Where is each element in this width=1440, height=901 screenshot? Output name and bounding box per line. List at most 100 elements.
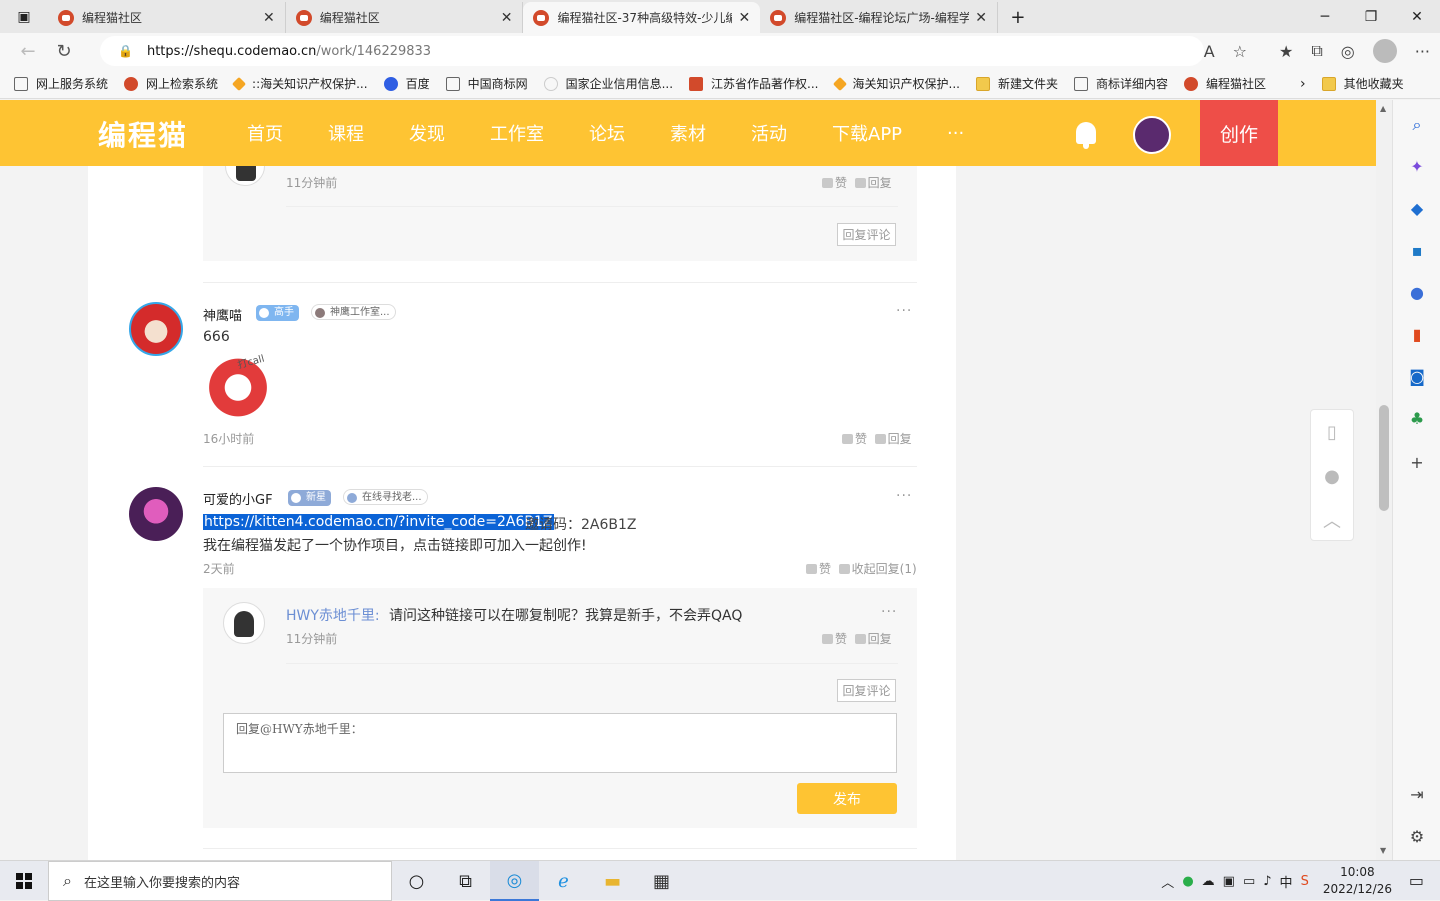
collections-icon[interactable]: ⧉	[1311, 41, 1322, 61]
like-button[interactable]: 赞	[819, 562, 831, 576]
start-button[interactable]	[0, 861, 48, 901]
clock[interactable]: 10:08 2022/12/26	[1323, 864, 1392, 898]
cloud-icon[interactable]: ☁	[1202, 874, 1215, 889]
edge-app-icon[interactable]: ◎	[490, 861, 539, 901]
browser-tab-4[interactable]: 编程猫社区-编程论坛广场-编程学 ✕	[760, 2, 998, 33]
search-icon[interactable]: ⌕	[1407, 115, 1427, 135]
reply-comment-button[interactable]: 回复评论	[837, 223, 896, 246]
nav-forum[interactable]: 论坛	[589, 120, 625, 146]
studio-badge[interactable]: 神鹰工作室...	[311, 304, 396, 320]
new-tab-button[interactable]: +	[998, 2, 1038, 33]
browser-tab-1[interactable]: 编程猫社区 ✕	[48, 2, 286, 33]
nav-download-app[interactable]: 下载APP	[832, 120, 902, 146]
other-bookmarks[interactable]: 其他收藏夹	[1321, 75, 1404, 92]
nav-materials[interactable]: 素材	[670, 120, 706, 146]
browser-tab-2[interactable]: 编程猫社区 ✕	[286, 2, 524, 33]
notification-icon[interactable]: ▭	[1409, 871, 1424, 890]
invite-link[interactable]: https://kitten4.codemao.cn/?invite_code=…	[203, 514, 554, 530]
bookmark-item[interactable]: 网上服务系统	[14, 75, 108, 92]
bookmark-item[interactable]: 中国商标网	[445, 75, 528, 92]
nav-more[interactable]: ···	[947, 123, 964, 144]
reply-comment-button[interactable]: 回复评论	[837, 679, 896, 702]
ie-app-icon[interactable]: ℯ	[539, 861, 588, 901]
scroll-up-icon[interactable]: ▲	[1380, 104, 1386, 113]
edge-icon[interactable]: ◎	[1341, 42, 1355, 61]
tray-app-icon[interactable]: ▣	[1223, 874, 1235, 889]
nav-courses[interactable]: 课程	[328, 120, 364, 146]
browser-tab-3[interactable]: 编程猫社区-37种高级特效-少儿编 ✕	[523, 2, 761, 33]
nav-studio[interactable]: 工作室	[490, 120, 544, 146]
qq-icon[interactable]: ●	[1311, 454, 1353, 498]
tools-icon[interactable]: ▪	[1407, 241, 1427, 261]
read-aloud-icon[interactable]: A	[1204, 42, 1215, 61]
nav-home[interactable]: 首页	[247, 120, 283, 146]
bookmark-item[interactable]: 百度	[383, 75, 430, 92]
like-button[interactable]: 赞	[855, 432, 867, 446]
nav-activities[interactable]: 活动	[751, 120, 787, 146]
more-options-icon[interactable]: ···	[896, 488, 912, 504]
studio-badge[interactable]: 在线寻找老...	[343, 489, 428, 505]
url-field[interactable]: 🔒 https://shequ.codemao.cn/work/14622983…	[100, 36, 1204, 66]
create-button[interactable]: 创作	[1200, 100, 1278, 166]
bell-icon[interactable]	[1076, 122, 1096, 149]
hide-sidebar-icon[interactable]: ⇥	[1407, 785, 1427, 805]
bookmark-item[interactable]: 国家企业信用信息...	[543, 75, 673, 92]
back-icon[interactable]: ←	[10, 41, 46, 62]
add-icon[interactable]: +	[1407, 453, 1427, 473]
close-tab-icon[interactable]: ✕	[263, 10, 275, 26]
more-options-icon[interactable]: ···	[896, 303, 912, 319]
cortana-icon[interactable]: ○	[392, 861, 441, 901]
chevron-right-icon[interactable]: ›	[1300, 76, 1306, 92]
close-tab-icon[interactable]: ✕	[501, 10, 513, 26]
favorites-icon[interactable]: ★	[1279, 42, 1293, 61]
close-tab-icon[interactable]: ✕	[975, 10, 987, 26]
bookmark-item[interactable]: 编程猫社区	[1183, 75, 1266, 92]
bookmark-item[interactable]: 江苏省作品著作权...	[689, 75, 819, 92]
back-to-top-icon[interactable]: ︿	[1311, 498, 1353, 542]
games-icon[interactable]: ●	[1407, 283, 1427, 303]
reply-textarea[interactable]: 回复@HWY赤地千里：	[223, 713, 897, 773]
scrollbar-thumb[interactable]	[1379, 405, 1389, 511]
network-icon[interactable]: ▭	[1243, 874, 1255, 889]
close-window-icon[interactable]: ✕	[1394, 0, 1440, 33]
reply-button[interactable]: 回复	[888, 432, 912, 446]
tree-icon[interactable]: ♣	[1407, 409, 1427, 429]
nav-discover[interactable]: 发现	[409, 120, 445, 146]
scroll-down-icon[interactable]: ▼	[1380, 846, 1386, 855]
user-avatar[interactable]	[223, 602, 265, 644]
file-explorer-icon[interactable]: ▬	[588, 861, 637, 901]
page-scrollbar[interactable]: ▲ ▼	[1376, 100, 1392, 860]
phone-icon[interactable]: ▯	[1311, 410, 1353, 454]
user-avatar[interactable]	[129, 302, 183, 356]
bookmark-item[interactable]: 商标详细内容	[1073, 75, 1168, 92]
volume-icon[interactable]: ♪	[1263, 874, 1271, 889]
wechat-icon[interactable]: ●	[1182, 874, 1193, 889]
shopping-icon[interactable]: ◆	[1407, 199, 1427, 219]
copilot-icon[interactable]: ✦	[1407, 157, 1427, 177]
publish-button[interactable]: 发布	[797, 783, 897, 814]
chevron-up-icon[interactable]: ︿	[1161, 872, 1174, 891]
add-favorite-icon[interactable]: ☆	[1233, 42, 1247, 61]
more-options-icon[interactable]: ···	[881, 604, 897, 620]
user-avatar[interactable]	[129, 487, 183, 541]
minimize-icon[interactable]: ─	[1302, 0, 1348, 33]
ime-indicator[interactable]: 中	[1280, 872, 1293, 891]
outlook-icon[interactable]: ◙	[1407, 367, 1427, 387]
close-tab-icon[interactable]: ✕	[738, 10, 750, 26]
bookmark-item[interactable]: 网上检索系统	[124, 75, 218, 92]
task-view-icon[interactable]: ⧉	[441, 861, 490, 901]
profile-avatar[interactable]	[1372, 39, 1397, 63]
refresh-icon[interactable]: ↻	[46, 41, 82, 62]
like-button[interactable]: 赞	[835, 632, 847, 646]
comment-username[interactable]: 可爱的小GF	[203, 489, 273, 508]
comment-username[interactable]: 神鹰喵	[203, 305, 242, 324]
reply-button[interactable]: 回复	[868, 632, 892, 646]
gear-icon[interactable]: ⚙	[1407, 827, 1427, 847]
bookmark-item[interactable]: ::海关知识产权保护...	[231, 75, 368, 92]
user-avatar[interactable]	[1133, 116, 1171, 154]
site-logo[interactable]: 编程猫	[98, 114, 188, 154]
bookmark-item[interactable]: 新建文件夹	[975, 75, 1058, 92]
reply-user[interactable]: HWY赤地千里	[286, 608, 375, 624]
taskbar-search[interactable]: ⌕ 在这里输入你要搜索的内容	[48, 861, 392, 901]
settings-more-icon[interactable]: ···	[1415, 42, 1430, 61]
